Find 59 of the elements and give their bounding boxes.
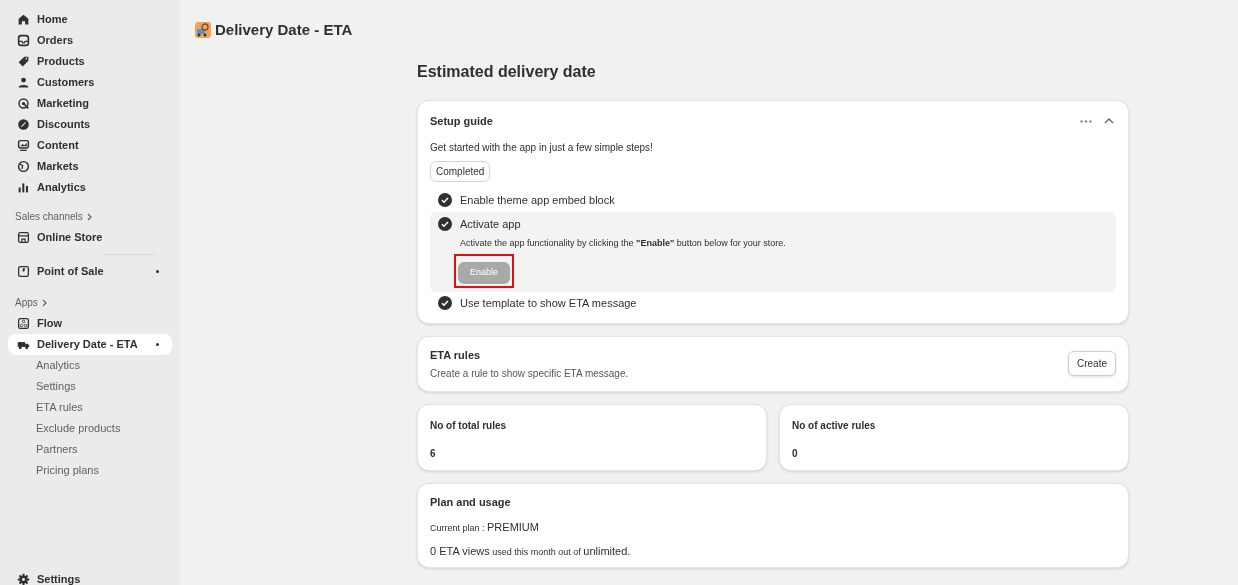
card-title: ETA rules xyxy=(430,347,482,363)
stat-value: 6 xyxy=(430,447,437,461)
more-icon[interactable] xyxy=(1080,119,1092,123)
nav-item[interactable]: Discounts xyxy=(8,114,172,135)
chevron-right-icon xyxy=(41,298,48,307)
stat-label: No of total rules xyxy=(430,419,508,433)
nav-item[interactable]: Home xyxy=(8,9,172,30)
check-circle-icon[interactable] xyxy=(438,217,452,231)
nav-item[interactable]: Flow xyxy=(8,313,172,334)
card-title: Plan and usage xyxy=(430,495,512,510)
page-title: Estimated delivery date xyxy=(417,62,597,82)
nav-item[interactable]: Settings xyxy=(8,569,172,585)
nav-item[interactable]: Orders xyxy=(8,30,172,51)
step-label[interactable]: Use template to show ETA message xyxy=(460,294,637,312)
image-icon xyxy=(17,139,30,152)
nav-item[interactable]: Customers xyxy=(8,72,172,93)
discount-icon xyxy=(17,118,30,131)
nav-subitem[interactable]: Partners xyxy=(8,439,172,460)
usage-text: 0 ETA views used this month out of unlimited. xyxy=(430,543,632,559)
nav-subitem[interactable]: Settings xyxy=(8,376,172,397)
nav-item[interactable]: Point of Sale xyxy=(8,261,172,282)
step-label[interactable]: Activate app xyxy=(460,215,521,233)
card-subtitle: Create a rule to show specific ETA message. xyxy=(430,367,630,381)
store-icon xyxy=(17,231,30,244)
nav-item[interactable]: Products xyxy=(8,51,172,72)
nav-item[interactable]: Markets xyxy=(8,156,172,177)
nav-subitem[interactable]: Pricing plans xyxy=(8,460,172,481)
nav-item[interactable]: Online Store xyxy=(8,227,172,248)
tag-icon xyxy=(17,55,30,68)
card-subtitle: Get started with the app in just a few simple steps! xyxy=(430,140,654,155)
nav-item[interactable]: Delivery Date - ETA xyxy=(8,334,172,355)
flow-icon xyxy=(17,317,30,330)
chevron-right-icon xyxy=(86,212,93,221)
nav-item[interactable]: Analytics xyxy=(8,177,172,198)
target-icon xyxy=(17,97,30,110)
nav-subitem[interactable]: Analytics xyxy=(8,355,172,376)
page-header-title: Delivery Date - ETA xyxy=(215,19,353,40)
chevron-up-icon[interactable] xyxy=(1104,118,1114,125)
bar-chart-icon xyxy=(17,181,30,194)
create-button[interactable]: Create xyxy=(1068,351,1116,377)
stat-label: No of active rules xyxy=(792,419,877,433)
check-circle-icon[interactable] xyxy=(438,296,452,310)
nav-item[interactable]: Content xyxy=(8,135,172,156)
nav-subitem[interactable]: Exclude products xyxy=(8,418,172,439)
check-circle-icon[interactable] xyxy=(438,193,452,207)
person-icon xyxy=(17,76,30,89)
step-description: Activate the app functionality by clicking the "Enable" button below for your store. xyxy=(459,236,787,250)
card-title: Setup guide xyxy=(430,114,494,129)
app-logo-icon xyxy=(195,22,211,38)
section-heading[interactable]: Apps xyxy=(15,295,38,310)
stat-value: 0 xyxy=(792,447,799,461)
nav-item[interactable]: Marketing xyxy=(8,93,172,114)
step-label[interactable]: Enable theme app embed block xyxy=(460,191,615,209)
status-badge: Completed xyxy=(430,160,491,182)
nav-subitem[interactable]: ETA rules xyxy=(8,397,172,418)
inbox-icon xyxy=(17,34,30,47)
home-icon xyxy=(17,13,30,26)
usage-text: Current plan : PREMIUM xyxy=(430,519,540,535)
section-heading[interactable]: Sales channels xyxy=(15,209,83,224)
